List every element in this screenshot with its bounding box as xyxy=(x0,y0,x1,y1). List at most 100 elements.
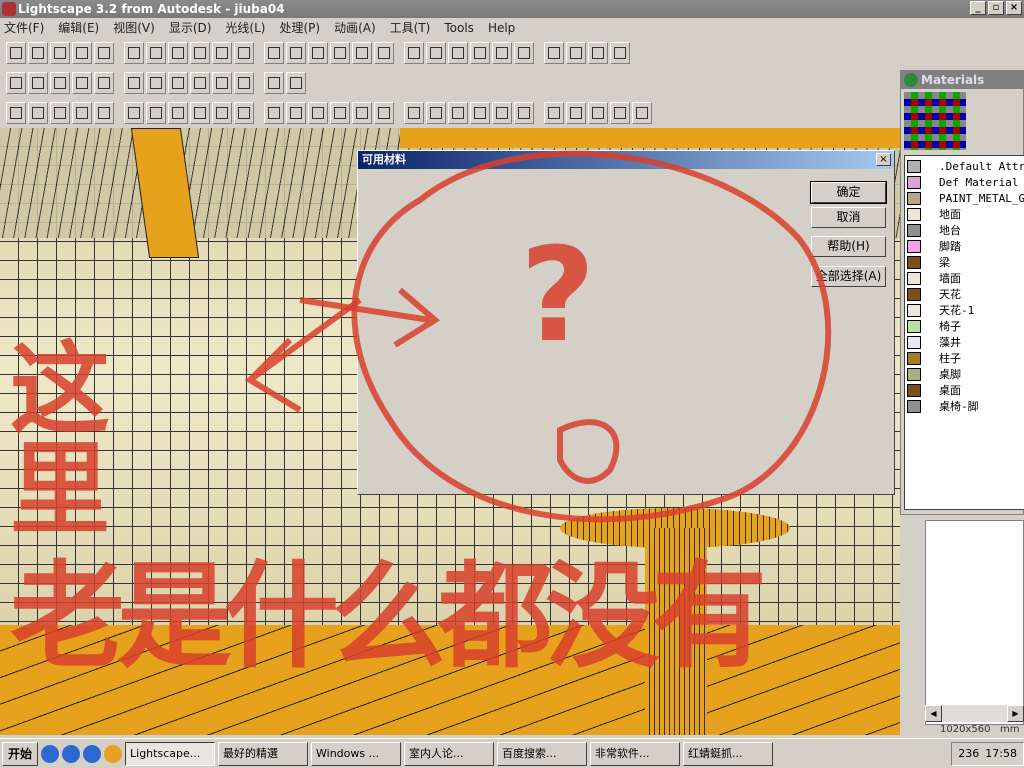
tb1-button-9[interactable] xyxy=(212,42,232,64)
tb2-button-0[interactable] xyxy=(6,72,26,94)
tb2-button-3[interactable] xyxy=(72,72,92,94)
material-item[interactable]: 天花-1 xyxy=(905,302,1024,318)
tb2-button-4[interactable] xyxy=(94,72,114,94)
tb1-button-2[interactable] xyxy=(50,42,70,64)
menu-process[interactable]: 处理(P) xyxy=(279,18,320,38)
tb2-button-6[interactable] xyxy=(146,72,166,94)
media-player-icon[interactable] xyxy=(104,744,123,763)
tb1-button-1[interactable] xyxy=(28,42,48,64)
material-item[interactable]: PAINT_METAL_GR xyxy=(905,190,1024,206)
material-item[interactable]: 脚踏 xyxy=(905,238,1024,254)
tb2-button-1[interactable] xyxy=(28,72,48,94)
task-dragonfly[interactable]: 红蜻蜓抓... xyxy=(683,741,774,766)
tb3-button-11[interactable] xyxy=(264,102,284,124)
material-item[interactable]: 地面 xyxy=(905,206,1024,222)
tb2-button-2[interactable] xyxy=(50,72,70,94)
tb3-button-0[interactable] xyxy=(6,102,26,124)
help-button[interactable]: 帮助(H) xyxy=(811,236,886,257)
menu-help[interactable]: Help xyxy=(488,18,515,38)
tb1-button-6[interactable] xyxy=(146,42,166,64)
quicklaunch-icon[interactable] xyxy=(41,744,60,763)
tb3-button-3[interactable] xyxy=(72,102,92,124)
tb2-button-12[interactable] xyxy=(286,72,306,94)
maximize-button[interactable]: ▫ xyxy=(988,1,1004,15)
tb3-button-8[interactable] xyxy=(190,102,210,124)
tb1-button-15[interactable] xyxy=(352,42,372,64)
tb1-button-23[interactable] xyxy=(544,42,564,64)
tb1-button-11[interactable] xyxy=(264,42,284,64)
tb1-button-26[interactable] xyxy=(610,42,630,64)
material-item[interactable]: Def Material xyxy=(905,174,1024,190)
ok-button[interactable]: 确定 xyxy=(810,181,887,204)
tb1-button-14[interactable] xyxy=(330,42,350,64)
tb1-button-19[interactable] xyxy=(448,42,468,64)
tb2-button-5[interactable] xyxy=(124,72,144,94)
tb2-button-8[interactable] xyxy=(190,72,210,94)
tb3-button-6[interactable] xyxy=(146,102,166,124)
tb3-button-20[interactable] xyxy=(470,102,490,124)
tb3-button-16[interactable] xyxy=(374,102,394,124)
tb3-button-19[interactable] xyxy=(448,102,468,124)
material-item[interactable]: 天花 xyxy=(905,286,1024,302)
tb1-button-5[interactable] xyxy=(124,42,144,64)
tb1-button-10[interactable] xyxy=(234,42,254,64)
material-item[interactable]: 椅子 xyxy=(905,318,1024,334)
tb1-button-4[interactable] xyxy=(94,42,114,64)
tb3-button-22[interactable] xyxy=(514,102,534,124)
ie-icon-2[interactable] xyxy=(83,744,102,763)
tb2-button-11[interactable] xyxy=(264,72,284,94)
tb1-button-3[interactable] xyxy=(72,42,92,64)
tb1-button-8[interactable] xyxy=(190,42,210,64)
tb2-button-7[interactable] xyxy=(168,72,188,94)
material-item[interactable]: 藻井 xyxy=(905,334,1024,350)
material-item[interactable]: 墙面 xyxy=(905,270,1024,286)
tb3-button-4[interactable] xyxy=(94,102,114,124)
tb3-button-13[interactable] xyxy=(308,102,328,124)
tb3-button-26[interactable] xyxy=(610,102,630,124)
tb3-button-5[interactable] xyxy=(124,102,144,124)
tb3-button-27[interactable] xyxy=(632,102,652,124)
tb2-button-9[interactable] xyxy=(212,72,232,94)
task-lightscape[interactable]: Lightscape... xyxy=(125,741,216,766)
menu-tools-cn[interactable]: 工具(T) xyxy=(390,18,431,38)
task-software[interactable]: 非常软件... xyxy=(590,741,681,766)
tb3-button-14[interactable] xyxy=(330,102,350,124)
tb3-button-25[interactable] xyxy=(588,102,608,124)
scroll-right-icon[interactable]: ▶ xyxy=(1007,705,1024,722)
tb3-button-21[interactable] xyxy=(492,102,512,124)
menu-edit[interactable]: 编辑(E) xyxy=(58,18,99,38)
menu-display[interactable]: 显示(D) xyxy=(169,18,212,38)
tb1-button-12[interactable] xyxy=(286,42,306,64)
scroll-left-icon[interactable]: ◀ xyxy=(925,705,942,722)
task-windows[interactable]: Windows ... xyxy=(311,741,402,766)
tb3-button-17[interactable] xyxy=(404,102,424,124)
tb2-button-10[interactable] xyxy=(234,72,254,94)
tb3-button-9[interactable] xyxy=(212,102,232,124)
tb3-button-2[interactable] xyxy=(50,102,70,124)
horizontal-scrollbar[interactable]: ◀ ▶ xyxy=(925,705,1024,722)
tb1-button-17[interactable] xyxy=(404,42,424,64)
menu-file[interactable]: 文件(F) xyxy=(4,18,44,38)
material-item[interactable]: .Default Attr xyxy=(905,158,1024,174)
tray-count[interactable]: 236 xyxy=(958,743,979,765)
tb3-button-24[interactable] xyxy=(566,102,586,124)
tb1-button-7[interactable] xyxy=(168,42,188,64)
material-item[interactable]: 桌面 xyxy=(905,382,1024,398)
tb3-button-23[interactable] xyxy=(544,102,564,124)
dialog-close-button[interactable]: × xyxy=(876,153,891,166)
menu-view[interactable]: 视图(V) xyxy=(113,18,155,38)
start-button[interactable]: 开始 xyxy=(2,741,39,766)
tb3-button-15[interactable] xyxy=(352,102,372,124)
material-item[interactable]: 桌脚 xyxy=(905,366,1024,382)
tb1-button-13[interactable] xyxy=(308,42,328,64)
material-item[interactable]: 柱子 xyxy=(905,350,1024,366)
material-item[interactable]: 梁 xyxy=(905,254,1024,270)
tb1-button-24[interactable] xyxy=(566,42,586,64)
tb3-button-10[interactable] xyxy=(234,102,254,124)
tb1-button-18[interactable] xyxy=(426,42,446,64)
tb1-button-25[interactable] xyxy=(588,42,608,64)
task-baidu[interactable]: 百度搜索... xyxy=(497,741,588,766)
ie-icon[interactable] xyxy=(62,744,81,763)
tb1-button-0[interactable] xyxy=(6,42,26,64)
tb1-button-22[interactable] xyxy=(514,42,534,64)
